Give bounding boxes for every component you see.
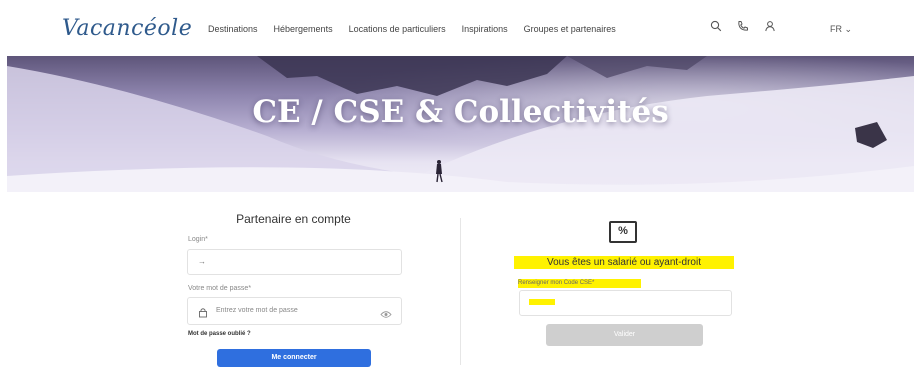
eye-icon[interactable] [380, 306, 392, 324]
password-input[interactable]: Entrez votre mot de passe [187, 297, 402, 325]
login-input[interactable]: → [187, 249, 402, 275]
cse-code-input[interactable] [519, 290, 732, 316]
nav-locations-particuliers[interactable]: Locations de particuliers [349, 24, 446, 34]
forgot-password-link[interactable]: Mot de passe oublié ? [188, 331, 251, 337]
nav-hebergements[interactable]: Hébergements [274, 24, 333, 34]
password-label: Votre mot de passe* [188, 285, 252, 292]
language-selector[interactable]: FR ⌄ [830, 24, 852, 35]
password-placeholder: Entrez votre mot de passe [216, 307, 298, 314]
input-highlight [529, 299, 555, 305]
cse-code-label: Renseigner mon Code CSE* [518, 279, 641, 288]
partner-title: Partenaire en compte [236, 212, 351, 226]
partner-login-form: Partenaire en compte [186, 212, 401, 226]
search-icon[interactable] [709, 20, 723, 34]
connect-button[interactable]: Me connecter [217, 349, 371, 367]
lock-icon [198, 305, 208, 323]
login-value: → [198, 257, 206, 266]
login-label: Login* [188, 236, 208, 243]
hero-title: CE / CSE & Collectivités [252, 94, 669, 130]
nav-destinations[interactable]: Destinations [208, 24, 258, 34]
site-header: Vacancéole Destinations Hébergements Loc… [0, 0, 914, 56]
user-icon[interactable] [763, 20, 777, 34]
phone-icon[interactable] [736, 20, 750, 34]
hero-banner: CE / CSE & Collectivités [7, 56, 914, 192]
nav-groupes-partenaires[interactable]: Groupes et partenaires [524, 24, 616, 34]
site-logo[interactable]: Vacancéole [62, 16, 192, 41]
validate-button[interactable]: Valider [546, 324, 703, 346]
nav-inspirations[interactable]: Inspirations [462, 24, 508, 34]
main-nav: Destinations Hébergements Locations de p… [208, 24, 632, 34]
section-divider [460, 218, 461, 365]
percent-ticket-icon: % [609, 221, 637, 243]
employee-title: Vous êtes un salarié ou ayant-droit [514, 256, 734, 269]
